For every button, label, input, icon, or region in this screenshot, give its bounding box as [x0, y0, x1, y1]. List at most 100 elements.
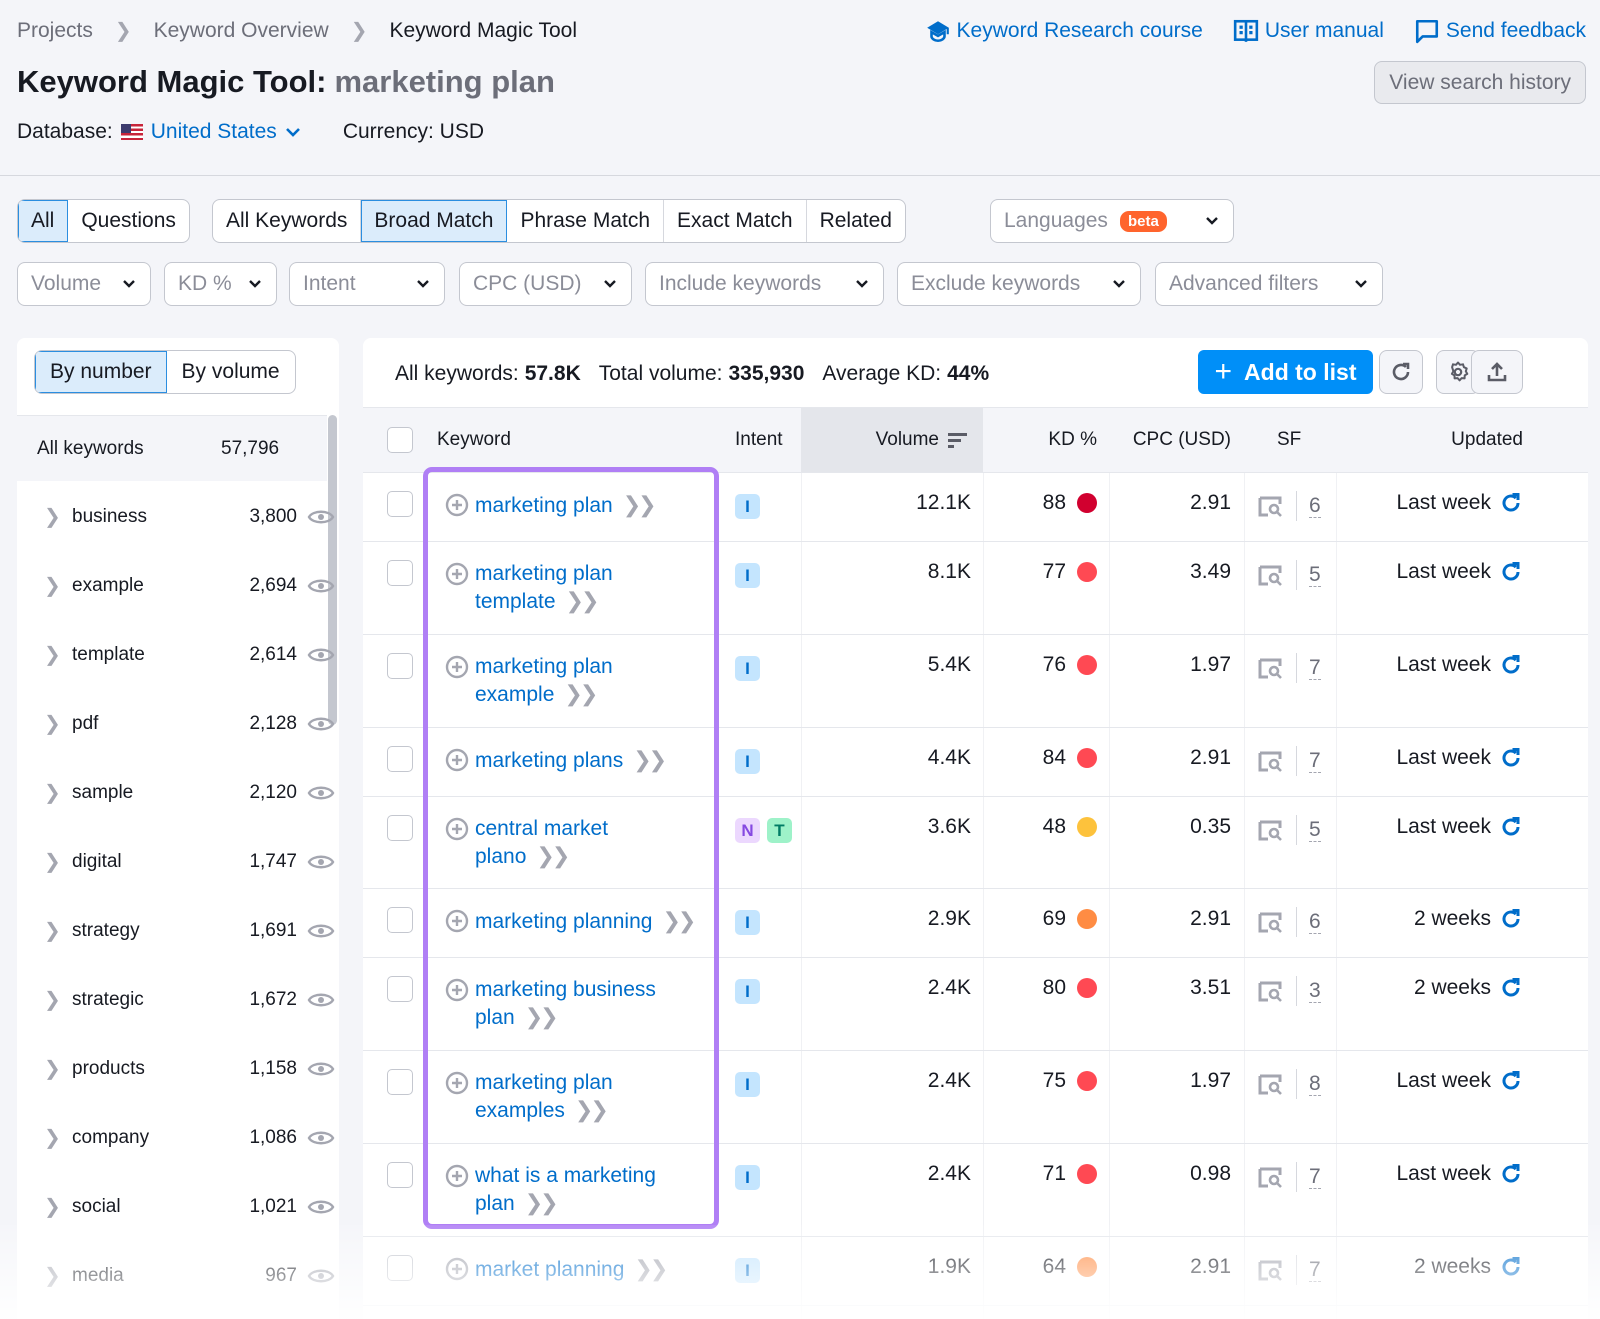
- serp-features-count[interactable]: 6: [1309, 494, 1321, 518]
- intent-badge[interactable]: N: [735, 818, 760, 843]
- add-keyword-icon[interactable]: [445, 817, 469, 841]
- serp-features-count[interactable]: 5: [1309, 563, 1321, 587]
- intent-badge[interactable]: I: [735, 749, 760, 774]
- groups-scrollbar[interactable]: [328, 415, 337, 725]
- add-keyword-icon[interactable]: [445, 655, 469, 679]
- refresh-icon[interactable]: [1499, 560, 1523, 584]
- chevron-right-icon[interactable]: ❯: [44, 1194, 61, 1219]
- add-keyword-icon[interactable]: [445, 1164, 469, 1188]
- eye-icon[interactable]: [307, 990, 335, 1010]
- all-keywords-group[interactable]: All keywords 57,796: [17, 415, 327, 481]
- volume-filter[interactable]: Volume: [17, 262, 151, 306]
- refresh-icon[interactable]: [1499, 746, 1523, 770]
- row-checkbox[interactable]: [387, 491, 413, 517]
- refresh-icon[interactable]: [1499, 1069, 1523, 1093]
- serp-features-count[interactable]: 3: [1309, 979, 1321, 1003]
- tab-phrase-match[interactable]: Phrase Match: [507, 200, 665, 242]
- tab-by-volume[interactable]: By volume: [167, 351, 295, 393]
- eye-icon[interactable]: [307, 1059, 335, 1079]
- add-keyword-icon[interactable]: [445, 748, 469, 772]
- chevron-right-icon[interactable]: ❯: [44, 1263, 61, 1288]
- cpc-filter[interactable]: CPC (USD): [459, 262, 632, 306]
- serp-preview-icon[interactable]: [1258, 1073, 1284, 1095]
- keyword-group-item[interactable]: ❯ social 1,021: [17, 1172, 335, 1241]
- tab-broad-match[interactable]: Broad Match: [361, 200, 508, 242]
- chevron-right-icon[interactable]: ❯: [44, 849, 61, 874]
- chevron-right-icon[interactable]: ❯: [44, 573, 61, 598]
- add-keyword-icon[interactable]: [445, 493, 469, 517]
- keyword-link[interactable]: marketing plans ❯❯: [475, 746, 667, 774]
- keyword-link[interactable]: marketing business plan ❯❯: [475, 976, 703, 1031]
- column-sf[interactable]: SF: [1277, 408, 1301, 472]
- tab-all-keywords[interactable]: All Keywords: [213, 200, 362, 242]
- add-keyword-icon[interactable]: [445, 562, 469, 586]
- double-chevron-icon[interactable]: ❯❯: [564, 681, 598, 706]
- serp-preview-icon[interactable]: [1258, 564, 1284, 586]
- keyword-link[interactable]: marketing plan examples ❯❯: [475, 1069, 703, 1124]
- eye-icon[interactable]: [307, 1197, 335, 1217]
- intent-badge[interactable]: I: [735, 656, 760, 681]
- keyword-link[interactable]: marketing plan example ❯❯: [475, 653, 703, 708]
- row-checkbox[interactable]: [387, 976, 413, 1002]
- eye-icon[interactable]: [307, 507, 335, 527]
- intent-badge[interactable]: I: [735, 910, 760, 935]
- add-keyword-icon[interactable]: [445, 978, 469, 1002]
- refresh-icon[interactable]: [1499, 907, 1523, 931]
- serp-features-count[interactable]: 5: [1309, 818, 1321, 842]
- tab-by-number[interactable]: By number: [35, 351, 167, 393]
- refresh-icon[interactable]: [1499, 976, 1523, 1000]
- chevron-right-icon[interactable]: ❯: [44, 1125, 61, 1150]
- row-checkbox[interactable]: [387, 1162, 413, 1188]
- eye-icon[interactable]: [307, 645, 335, 665]
- row-checkbox[interactable]: [387, 907, 413, 933]
- keyword-research-course-link[interactable]: Keyword Research course: [925, 18, 1203, 44]
- row-checkbox[interactable]: [387, 746, 413, 772]
- eye-icon[interactable]: [307, 921, 335, 941]
- intent-badge[interactable]: I: [735, 979, 760, 1004]
- keyword-link[interactable]: what is a marketing plan ❯❯: [475, 1162, 703, 1217]
- keyword-link[interactable]: marketing plan template ❯❯: [475, 560, 703, 615]
- keyword-group-item[interactable]: ❯ company 1,086: [17, 1103, 335, 1172]
- double-chevron-icon[interactable]: ❯❯: [536, 843, 570, 868]
- chevron-right-icon[interactable]: ❯: [44, 642, 61, 667]
- eye-icon[interactable]: [307, 1266, 335, 1286]
- keyword-group-item[interactable]: ❯ template 2,614: [17, 620, 335, 689]
- keyword-group-item[interactable]: ❯ media 967: [17, 1241, 335, 1310]
- serp-features-count[interactable]: 7: [1309, 1258, 1321, 1282]
- row-checkbox[interactable]: [387, 815, 413, 841]
- chevron-right-icon[interactable]: ❯: [44, 780, 61, 805]
- chevron-right-icon[interactable]: ❯: [44, 504, 61, 529]
- serp-features-count[interactable]: 7: [1309, 749, 1321, 773]
- refresh-button[interactable]: [1379, 350, 1423, 394]
- double-chevron-icon[interactable]: ❯❯: [633, 747, 667, 772]
- serp-preview-icon[interactable]: [1258, 1166, 1284, 1188]
- double-chevron-icon[interactable]: ❯❯: [623, 492, 657, 517]
- intent-badge[interactable]: I: [735, 1258, 760, 1283]
- serp-preview-icon[interactable]: [1258, 657, 1284, 679]
- intent-filter[interactable]: Intent: [289, 262, 445, 306]
- chevron-right-icon[interactable]: ❯: [44, 1056, 61, 1081]
- double-chevron-icon[interactable]: ❯❯: [662, 908, 696, 933]
- tab-questions[interactable]: Questions: [68, 200, 189, 242]
- keyword-group-item[interactable]: ❯ pdf 2,128: [17, 689, 335, 758]
- keyword-group-item[interactable]: ❯ digital 1,747: [17, 827, 335, 896]
- row-checkbox[interactable]: [387, 1255, 413, 1281]
- user-manual-link[interactable]: User manual: [1233, 18, 1384, 44]
- serp-preview-icon[interactable]: [1258, 980, 1284, 1002]
- refresh-icon[interactable]: [1499, 1162, 1523, 1186]
- keyword-link[interactable]: marketing plan ❯❯: [475, 491, 657, 519]
- view-search-history-button[interactable]: View search history: [1374, 61, 1586, 104]
- add-keyword-icon[interactable]: [445, 1257, 469, 1281]
- row-checkbox[interactable]: [387, 560, 413, 586]
- serp-preview-icon[interactable]: [1258, 495, 1284, 517]
- export-button[interactable]: [1471, 350, 1523, 394]
- row-checkbox[interactable]: [387, 653, 413, 679]
- advanced-filters[interactable]: Advanced filters: [1155, 262, 1383, 306]
- serp-features-count[interactable]: 7: [1309, 656, 1321, 680]
- tab-related[interactable]: Related: [807, 200, 905, 242]
- serp-features-count[interactable]: 8: [1309, 1072, 1321, 1096]
- eye-icon[interactable]: [307, 783, 335, 803]
- kd-filter[interactable]: KD %: [164, 262, 277, 306]
- double-chevron-icon[interactable]: ❯❯: [525, 1190, 559, 1215]
- keyword-link[interactable]: marketing planning ❯❯: [475, 907, 696, 935]
